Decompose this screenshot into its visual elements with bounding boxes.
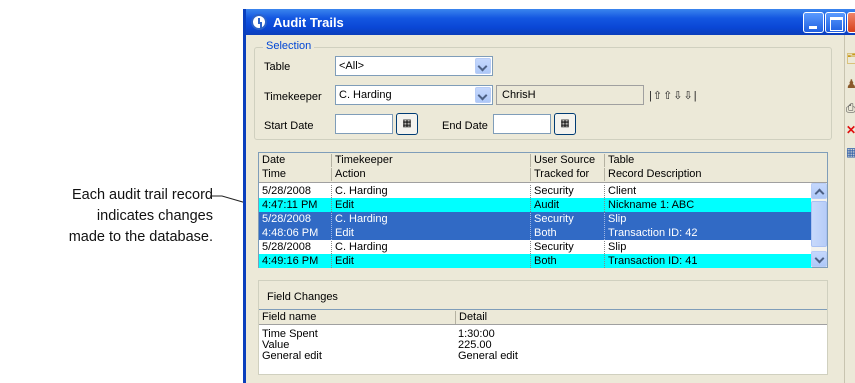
cell-user-source: Security	[530, 213, 574, 226]
field-changes-header: Field name Detail	[259, 310, 827, 325]
callout-line-2: indicates changes	[96, 208, 213, 224]
cell-user-source: Security	[530, 241, 574, 254]
cell-user-source: Security	[530, 185, 574, 198]
clock-icon	[251, 14, 267, 30]
cell-table: Client	[604, 185, 636, 198]
cell-timekeeper: C. Harding	[331, 213, 388, 226]
last-record-icon[interactable]: ⇩|	[684, 90, 698, 102]
cell-action: Edit	[331, 255, 354, 268]
close-button[interactable]	[847, 12, 855, 33]
end-date-input[interactable]	[493, 114, 551, 134]
side-toolbar: 🗂 ♟ ⎙ ✕ ▦	[844, 35, 855, 383]
first-record-icon[interactable]: |⇧	[649, 90, 663, 102]
cell-timekeeper: C. Harding	[331, 185, 388, 198]
table-row-selected[interactable]: 4:48:06 PM Edit Both Transaction ID: 42	[259, 226, 812, 240]
cell-record-description: Nickname 1: ABC	[604, 199, 694, 212]
grid-header-top: Date Timekeeper User Source Table	[259, 153, 827, 167]
print-icon[interactable]: ⎙	[846, 101, 855, 115]
cell-field-name: General edit	[262, 350, 322, 362]
grid-header-bottom: Time Action Tracked for Record Descripti…	[259, 167, 827, 183]
timekeeper-select-value: C. Harding	[339, 89, 392, 101]
cell-tracked-for: Both	[530, 227, 557, 240]
timekeeper-id-field: ChrisH	[496, 85, 644, 105]
scroll-up-icon[interactable]	[811, 183, 827, 199]
table-select-value: <All>	[339, 60, 365, 72]
column-header-date[interactable]: Date	[259, 154, 285, 167]
table-row[interactable]: 5/28/2008 C. Harding Security Client	[259, 184, 812, 198]
list-item[interactable]: General edit General edit	[259, 351, 827, 362]
timekeeper-label: Timekeeper	[264, 91, 322, 103]
cell-table: Slip	[604, 241, 626, 254]
column-header-action[interactable]: Action	[331, 168, 366, 181]
column-header-detail[interactable]: Detail	[455, 311, 487, 324]
table-row-selected[interactable]: 5/28/2008 C. Harding Security Slip	[259, 212, 812, 226]
table-row[interactable]: 4:47:11 PM Edit Audit Nickname 1: ABC	[259, 198, 812, 212]
table-row[interactable]: 5/28/2008 C. Harding Security Slip	[259, 240, 812, 254]
delete-icon[interactable]: ✕	[846, 123, 855, 137]
person-icon[interactable]: ♟	[846, 77, 855, 91]
column-header-tracked-for[interactable]: Tracked for	[530, 168, 589, 181]
record-nav: |⇧⇧⇩⇩|	[649, 89, 698, 102]
next-record-icon[interactable]: ⇩	[673, 90, 683, 102]
grid-scrollbar[interactable]	[811, 183, 827, 267]
calendar-icon[interactable]: ▦	[554, 113, 576, 135]
cell-date: 5/28/2008	[262, 241, 311, 253]
column-header-table[interactable]: Table	[604, 154, 634, 167]
cell-time: 4:49:16 PM	[262, 255, 319, 267]
cell-action: Edit	[331, 227, 354, 240]
folder-open-icon[interactable]: 🗂	[846, 51, 855, 65]
minimize-button[interactable]	[803, 12, 824, 33]
cell-detail: General edit	[458, 350, 518, 362]
field-changes-grid: Field name Detail Time Spent 1:30:00 Val…	[259, 309, 827, 374]
maximize-button[interactable]	[825, 12, 846, 33]
timekeeper-id-value: ChrisH	[502, 89, 536, 101]
cell-table: Slip	[604, 213, 626, 226]
audit-trails-window: Audit Trails 🗂 ♟ ⎙ ✕ ▦ Selection Table <…	[243, 9, 855, 383]
cell-record-description: Transaction ID: 42	[604, 227, 697, 240]
column-header-field-name[interactable]: Field name	[259, 311, 316, 324]
table-label: Table	[264, 61, 291, 73]
field-changes-title: Field Changes	[267, 291, 338, 303]
scroll-thumb[interactable]	[811, 201, 827, 247]
title-bar[interactable]: Audit Trails	[246, 9, 855, 35]
column-header-record-description[interactable]: Record Description	[604, 168, 702, 181]
cell-time: 4:48:06 PM	[262, 227, 319, 239]
list-item[interactable]: Value 225.00	[259, 340, 827, 351]
callout-line-3: made to the database.	[68, 229, 213, 245]
table-select[interactable]: <All>	[335, 56, 493, 76]
selection-legend: Selection	[263, 40, 315, 52]
start-date-label: Start Date	[264, 120, 314, 132]
cell-action: Edit	[331, 199, 354, 212]
timekeeper-select[interactable]: C. Harding	[335, 85, 493, 105]
calendar-icon[interactable]: ▦	[396, 113, 418, 135]
column-header-user-source[interactable]: User Source	[530, 154, 595, 167]
cell-record-description: Transaction ID: 41	[604, 255, 697, 268]
table-row[interactable]: 4:49:16 PM Edit Both Transaction ID: 41	[259, 254, 812, 268]
audit-trail-grid: Date Timekeeper User Source Table Time A…	[258, 152, 828, 268]
cell-date: 5/28/2008	[262, 185, 311, 197]
cell-timekeeper: C. Harding	[331, 241, 388, 254]
prev-record-icon[interactable]: ⇧	[663, 90, 673, 102]
window-title: Audit Trails	[273, 15, 344, 30]
scroll-down-icon[interactable]	[811, 251, 827, 267]
cell-tracked-for: Audit	[530, 199, 559, 212]
chevron-down-icon[interactable]	[475, 87, 491, 103]
list-item[interactable]: Time Spent 1:30:00	[259, 329, 827, 340]
callout-text: Each audit trail record indicates change…	[0, 185, 213, 248]
end-date-label: End Date	[442, 120, 488, 132]
chevron-down-icon[interactable]	[475, 58, 491, 74]
field-changes-panel: Field Changes Field name Detail Time Spe…	[258, 280, 828, 375]
column-header-timekeeper[interactable]: Timekeeper	[331, 154, 393, 167]
cell-tracked-for: Both	[530, 255, 557, 268]
cell-date: 5/28/2008	[262, 213, 311, 225]
cell-time: 4:47:11 PM	[262, 199, 318, 211]
report-icon[interactable]: ▦	[846, 145, 855, 159]
callout-line-1: Each audit trail record	[71, 187, 213, 203]
start-date-input[interactable]	[335, 114, 393, 134]
column-header-time[interactable]: Time	[259, 168, 286, 181]
